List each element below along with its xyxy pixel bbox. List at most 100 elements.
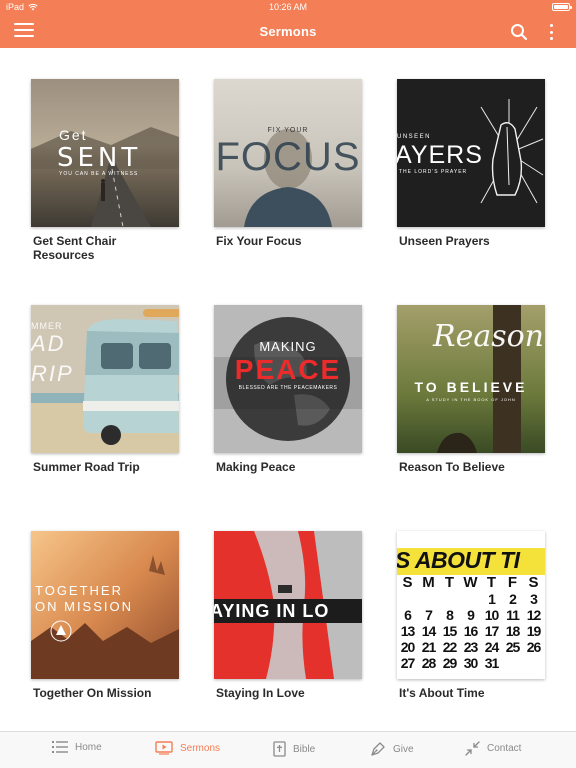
calendar-week-row: 6 7 8 9 10 11 12 — [397, 607, 545, 623]
art-line-3: RIP — [31, 361, 74, 386]
art-line-1: AYING IN LO — [214, 601, 330, 621]
sermon-card-fix-your-focus[interactable]: FIX YOUR FOCUS Fix Your Focus — [214, 79, 362, 248]
app-header: iPad 10:26 AM Sermons — [0, 0, 576, 48]
art-line-1: FIX YOUR — [267, 127, 309, 134]
sermon-card-making-peace[interactable]: MAKING PEACE BLESSED ARE THE PEACEMAKERS… — [214, 305, 362, 474]
sermon-artwork: TOGETHER ON MISSION — [31, 531, 179, 679]
calendar-weekday: T — [486, 574, 497, 591]
sermon-artwork: Reason TO BELIEVE A STUDY IN THE BOOK OF… — [397, 305, 545, 453]
tab-label: Bible — [293, 743, 316, 755]
calendar-day: 1 — [488, 591, 496, 607]
sermon-card-unseen-prayers[interactable]: UNSEEN AYERS THE LORD'S PRAYER Unseen Pr… — [397, 79, 545, 248]
calendar-day: 9 — [467, 607, 475, 623]
calendar-day: 29 — [442, 655, 458, 671]
tab-bible[interactable]: Bible — [273, 741, 315, 757]
sermon-card-together-on-mission[interactable]: TOGETHER ON MISSION Together On Mission — [31, 531, 179, 700]
calendar-day: 12 — [526, 607, 542, 623]
list-icon — [52, 741, 68, 753]
calendar-week-row: 20 21 22 23 24 25 26 — [397, 639, 545, 655]
page-title: Sermons — [259, 24, 317, 39]
tab-label: Home — [75, 741, 102, 753]
sermon-title: Staying In Love — [216, 686, 305, 700]
sermon-grid: Get SENT YOU CAN BE A WITNESS Get Sent C… — [0, 48, 576, 731]
bottom-tab-bar: Home Sermons Bible Give Contact — [0, 731, 576, 768]
calendar-day: 21 — [421, 639, 437, 655]
video-icon — [155, 741, 173, 755]
calendar-week-row: 123 — [397, 591, 545, 607]
search-icon[interactable] — [510, 23, 528, 41]
calendar-day: 31 — [484, 655, 500, 671]
art-line-2: FOCUS — [215, 135, 361, 179]
sermon-artwork: MAKING PEACE BLESSED ARE THE PEACEMAKERS — [214, 305, 362, 453]
tab-label: Contact — [487, 743, 522, 754]
calendar-day: 30 — [463, 655, 479, 671]
sermon-title: Unseen Prayers — [399, 234, 490, 248]
art-line-2: AYERS — [397, 141, 483, 169]
calendar-day: 28 — [421, 655, 437, 671]
sermon-title: Together On Mission — [33, 686, 152, 700]
art-line-3: THE LORD'S PRAYER — [399, 169, 468, 175]
tab-home[interactable]: Home — [52, 741, 102, 753]
sermon-artwork: S ABOUT TI S M T W T F S 1 2 3 6 7 8 9 10 11 12 13 14 15 16 1… — [397, 531, 545, 679]
calendar-day: 23 — [463, 639, 479, 655]
sermon-title: Reason To Believe — [399, 460, 505, 474]
calendar-weekday: S — [528, 574, 539, 591]
art-line-1: Get — [59, 127, 88, 143]
calendar-day: 26 — [526, 639, 542, 655]
sermon-title: Get Sent Chair Resources — [33, 234, 117, 262]
bible-icon — [273, 741, 286, 757]
sermon-artwork: Get SENT YOU CAN BE A WITNESS — [31, 79, 179, 227]
calendar-day: 7 — [425, 607, 433, 623]
calendar-week-row: 27 28 29 30 31 — [397, 655, 545, 671]
calendar-day: 22 — [442, 639, 458, 655]
status-bar: iPad 10:26 AM — [0, 0, 576, 14]
calendar-weekday: M — [422, 574, 435, 591]
arrows-in-icon — [465, 741, 480, 756]
calendar-day: 6 — [404, 607, 412, 623]
tab-give[interactable]: Give — [370, 741, 414, 757]
sermon-artwork: MMER AD RIP — [31, 305, 179, 453]
art-line-2: ON MISSION — [35, 599, 134, 614]
calendar-day: 19 — [526, 623, 542, 639]
calendar-day: 2 — [509, 591, 517, 607]
sermon-artwork: UNSEEN AYERS THE LORD'S PRAYER — [397, 79, 545, 227]
calendar-day: 18 — [505, 623, 521, 639]
calendar-day: 16 — [463, 623, 479, 639]
art-line-1: S ABOUT TI — [397, 547, 520, 573]
art-line-2: AD — [31, 331, 66, 356]
sermon-card-get-sent[interactable]: Get SENT YOU CAN BE A WITNESS Get Sent C… — [31, 79, 179, 262]
calendar-day: 20 — [400, 639, 416, 655]
pen-icon — [371, 742, 385, 756]
sermon-card-staying-in-love[interactable]: AYING IN LO Staying In Love — [214, 531, 362, 700]
calendar-week-row: 13 14 15 16 17 18 19 — [397, 623, 545, 639]
art-line-3: BLESSED ARE THE PEACEMAKERS — [238, 385, 338, 391]
tab-sermons[interactable]: Sermons — [155, 741, 220, 755]
art-line-1: TOGETHER — [35, 583, 123, 598]
calendar-grid: S M T W T F S 1 2 3 6 7 8 9 10 11 12 13 14 15 16 17 18 19 20 21 22… — [397, 575, 545, 672]
sermon-title: Fix Your Focus — [216, 234, 302, 248]
calendar-day: 11 — [506, 607, 520, 623]
tab-label: Give — [393, 743, 414, 755]
more-options-icon[interactable] — [544, 22, 558, 42]
calendar-day: 13 — [400, 623, 416, 639]
calendar-day: 27 — [400, 655, 416, 671]
art-line-2: TO BELIEVE — [414, 379, 528, 395]
sermon-card-reason-to-believe[interactable]: Reason TO BELIEVE A STUDY IN THE BOOK OF… — [397, 305, 545, 474]
art-line-3: A STUDY IN THE BOOK OF JOHN — [426, 397, 516, 402]
tab-label: Sermons — [180, 742, 221, 754]
status-time: 10:26 AM — [268, 2, 308, 12]
art-line-2: SENT — [57, 143, 142, 173]
tab-contact[interactable]: Contact — [465, 741, 521, 756]
art-line-1: MMER — [31, 321, 63, 331]
calendar-weekday: T — [444, 574, 455, 591]
calendar-day: 3 — [530, 591, 538, 607]
calendar-weekday-row: SMTWTFS — [397, 575, 545, 591]
sermon-title: Making Peace — [216, 460, 296, 474]
sermon-card-summer-road-trip[interactable]: MMER AD RIP Summer Road Trip — [31, 305, 179, 474]
sermon-card-its-about-time[interactable]: S ABOUT TI S M T W T F S 1 2 3 6 7 8 9 10 11 12 13 14 15 16 1… — [397, 531, 545, 700]
sermon-artwork: AYING IN LO — [214, 531, 362, 679]
calendar-weekday: S — [402, 574, 413, 591]
calendar-day: 15 — [442, 623, 458, 639]
art-line-2: PEACE — [234, 354, 342, 385]
battery-icon — [552, 3, 572, 11]
